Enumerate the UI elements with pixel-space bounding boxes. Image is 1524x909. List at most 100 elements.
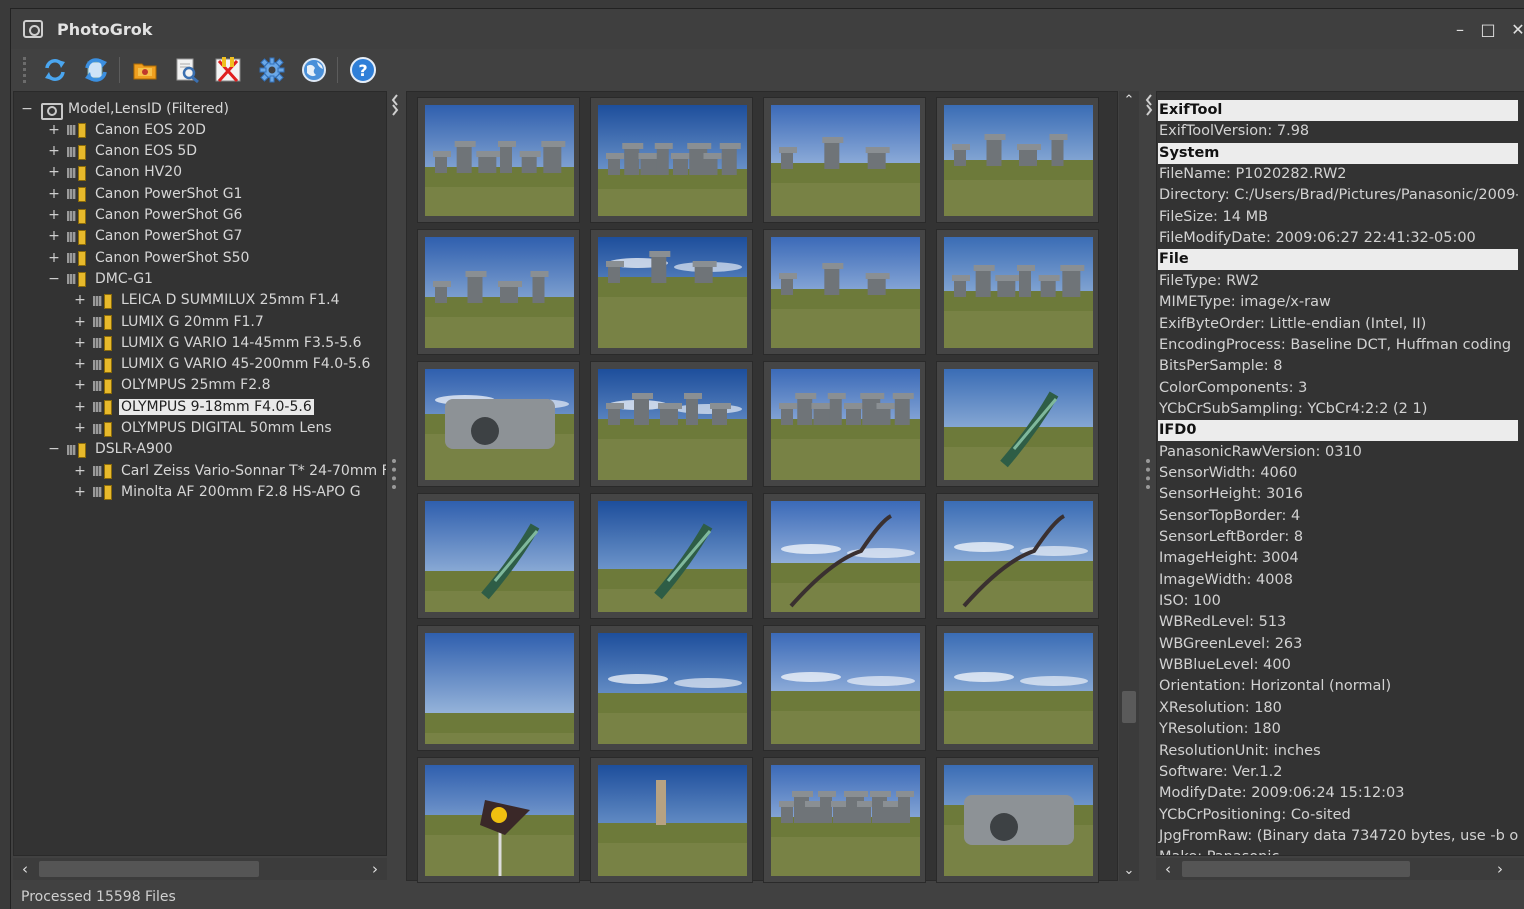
expand-toggle[interactable]: − bbox=[47, 441, 61, 457]
expand-toggle[interactable]: + bbox=[47, 250, 61, 266]
exif-field[interactable]: WBRedLevel: 513 bbox=[1158, 612, 1518, 633]
exif-horizontal-scrollbar[interactable]: ‹ › bbox=[1156, 858, 1524, 880]
exif-field[interactable]: FileModifyDate: 2009:06:27 22:41:32-05:0… bbox=[1158, 228, 1518, 249]
expand-toggle[interactable]: + bbox=[73, 377, 87, 393]
exif-field[interactable]: SensorLeftBorder: 8 bbox=[1158, 527, 1518, 548]
exif-field[interactable]: YCbCrSubSampling: YCbCr4:2:2 (2 1) bbox=[1158, 399, 1518, 420]
tree-item-camera[interactable]: + Canon HV20 bbox=[47, 162, 184, 183]
scroll-down-arrow[interactable]: ⌄ bbox=[1119, 861, 1139, 881]
refresh-button[interactable] bbox=[39, 54, 71, 86]
settings-button[interactable] bbox=[256, 54, 288, 86]
photo-thumbnail[interactable] bbox=[417, 97, 580, 223]
expand-toggle[interactable]: + bbox=[73, 484, 87, 500]
photo-thumbnail[interactable] bbox=[417, 757, 580, 883]
exif-field[interactable]: YCbCrPositioning: Co-sited bbox=[1158, 805, 1518, 826]
photo-thumbnail[interactable] bbox=[763, 229, 926, 355]
exif-field[interactable]: WBBlueLevel: 400 bbox=[1158, 655, 1518, 676]
exif-field[interactable]: PanasonicRawVersion: 0310 bbox=[1158, 442, 1518, 463]
tree-item-lens[interactable]: + LEICA D SUMMILUX 25mm F1.4 bbox=[73, 290, 341, 311]
expand-toggle[interactable]: + bbox=[73, 292, 87, 308]
photo-thumbnail[interactable] bbox=[936, 229, 1099, 355]
tree-root[interactable]: − Model,LensID (Filtered) bbox=[20, 98, 231, 120]
scroll-left-arrow[interactable]: ‹ bbox=[1158, 858, 1178, 880]
tree-horizontal-scrollbar[interactable]: ‹ › bbox=[13, 858, 387, 880]
tree-item-camera[interactable]: + Canon EOS 5D bbox=[47, 141, 199, 162]
tree-item-camera[interactable]: + Canon EOS 20D bbox=[47, 119, 208, 140]
photo-thumbnail[interactable] bbox=[590, 757, 753, 883]
filter-button[interactable] bbox=[213, 54, 245, 86]
exif-field[interactable]: SensorHeight: 3016 bbox=[1158, 484, 1518, 505]
exif-field[interactable]: SensorTopBorder: 4 bbox=[1158, 506, 1518, 527]
exif-field[interactable]: ImageWidth: 4008 bbox=[1158, 570, 1518, 591]
tree-item-lens[interactable]: + LUMIX G VARIO 45-200mm F4.0-5.6 bbox=[73, 354, 372, 375]
photo-thumbnail[interactable] bbox=[936, 97, 1099, 223]
photo-thumbnail[interactable] bbox=[936, 625, 1099, 751]
photo-thumbnail[interactable] bbox=[763, 757, 926, 883]
photo-thumbnail[interactable] bbox=[590, 361, 753, 487]
exif-field[interactable]: ColorComponents: 3 bbox=[1158, 378, 1518, 399]
expand-toggle[interactable]: + bbox=[73, 335, 87, 351]
exif-field[interactable]: FileSize: 14 MB bbox=[1158, 207, 1518, 228]
photo-thumbnail[interactable] bbox=[936, 757, 1099, 883]
photo-thumbnail[interactable] bbox=[417, 493, 580, 619]
maximize-button[interactable]: □ bbox=[1477, 19, 1499, 41]
expand-toggle[interactable]: + bbox=[73, 463, 87, 479]
tree-item-camera[interactable]: + Canon PowerShot S50 bbox=[47, 247, 251, 268]
exif-field[interactable]: ExifToolVersion: 7.98 bbox=[1158, 121, 1518, 142]
photo-thumbnail[interactable] bbox=[590, 229, 753, 355]
expand-toggle[interactable]: + bbox=[73, 356, 87, 372]
expand-toggle[interactable]: + bbox=[73, 314, 87, 330]
expand-toggle[interactable]: + bbox=[47, 164, 61, 180]
exif-field[interactable]: WBGreenLevel: 263 bbox=[1158, 634, 1518, 655]
tree-item-camera[interactable]: + Canon PowerShot G1 bbox=[47, 183, 244, 204]
exif-field[interactable]: Make: Panasonic bbox=[1158, 847, 1518, 855]
photo-thumbnail[interactable] bbox=[590, 625, 753, 751]
tree-item-lens[interactable]: + OLYMPUS 25mm F2.8 bbox=[73, 375, 272, 396]
help-button[interactable]: ? bbox=[347, 54, 379, 86]
scroll-left-arrow[interactable]: ‹ bbox=[15, 858, 35, 880]
expand-toggle[interactable]: + bbox=[47, 122, 61, 138]
expand-toggle[interactable]: + bbox=[47, 207, 61, 223]
tree-item-lens[interactable]: + Minolta AF 200mm F2.8 HS-APO G bbox=[73, 481, 363, 502]
exif-field[interactable]: Software: Ver.1.2 bbox=[1158, 762, 1518, 783]
expand-toggle[interactable]: + bbox=[47, 228, 61, 244]
right-splitter[interactable] bbox=[1143, 91, 1153, 881]
tree-item-lens[interactable]: + LUMIX G VARIO 14-45mm F3.5-5.6 bbox=[73, 332, 364, 353]
photo-thumbnail[interactable] bbox=[763, 361, 926, 487]
photo-thumbnail[interactable] bbox=[936, 361, 1099, 487]
photo-thumbnail[interactable] bbox=[590, 493, 753, 619]
scrollbar-thumb[interactable] bbox=[1122, 691, 1136, 723]
photo-thumbnail[interactable] bbox=[417, 361, 580, 487]
minimize-button[interactable]: – bbox=[1449, 19, 1471, 41]
tree-item-lens[interactable]: + OLYMPUS DIGITAL 50mm Lens bbox=[73, 418, 334, 439]
scroll-up-arrow[interactable]: ⌃ bbox=[1119, 91, 1139, 111]
photo-thumbnail[interactable] bbox=[936, 493, 1099, 619]
expand-toggle[interactable]: + bbox=[73, 420, 87, 436]
tree-item-camera[interactable]: − DMC-G1 bbox=[47, 268, 155, 289]
exif-field[interactable]: Directory: C:/Users/Brad/Pictures/Panaso… bbox=[1158, 185, 1518, 206]
exif-field[interactable]: YResolution: 180 bbox=[1158, 719, 1518, 740]
tree-item-lens[interactable]: + Carl Zeiss Vario-Sonnar T* 24-70mm F bbox=[73, 460, 386, 481]
exif-field[interactable]: Orientation: Horizontal (normal) bbox=[1158, 676, 1518, 697]
scroll-right-arrow[interactable]: › bbox=[1490, 858, 1510, 880]
exif-field[interactable]: SensorWidth: 4060 bbox=[1158, 463, 1518, 484]
tree-item-camera[interactable]: − DSLR-A900 bbox=[47, 439, 175, 460]
exif-field[interactable]: ModifyDate: 2009:06:24 15:12:03 bbox=[1158, 783, 1518, 804]
photo-thumbnail[interactable] bbox=[590, 97, 753, 223]
expand-toggle[interactable]: + bbox=[47, 186, 61, 202]
expand-toggle[interactable]: − bbox=[47, 271, 61, 287]
open-folder-button[interactable] bbox=[129, 54, 161, 86]
reload-button[interactable] bbox=[80, 54, 112, 86]
scrollbar-thumb[interactable] bbox=[39, 861, 259, 877]
tree-item-camera[interactable]: + Canon PowerShot G7 bbox=[47, 226, 244, 247]
search-document-button[interactable] bbox=[171, 54, 203, 86]
scrollbar-thumb[interactable] bbox=[1182, 861, 1410, 877]
photo-thumbnail[interactable] bbox=[763, 97, 926, 223]
photo-thumbnail[interactable] bbox=[763, 625, 926, 751]
exif-field[interactable]: ISO: 100 bbox=[1158, 591, 1518, 612]
toolbar-grip[interactable] bbox=[23, 57, 26, 83]
photo-thumbnail[interactable] bbox=[417, 625, 580, 751]
exif-field[interactable]: ImageHeight: 3004 bbox=[1158, 548, 1518, 569]
exif-field[interactable]: MIMEType: image/x-raw bbox=[1158, 292, 1518, 313]
left-splitter[interactable] bbox=[389, 91, 399, 881]
